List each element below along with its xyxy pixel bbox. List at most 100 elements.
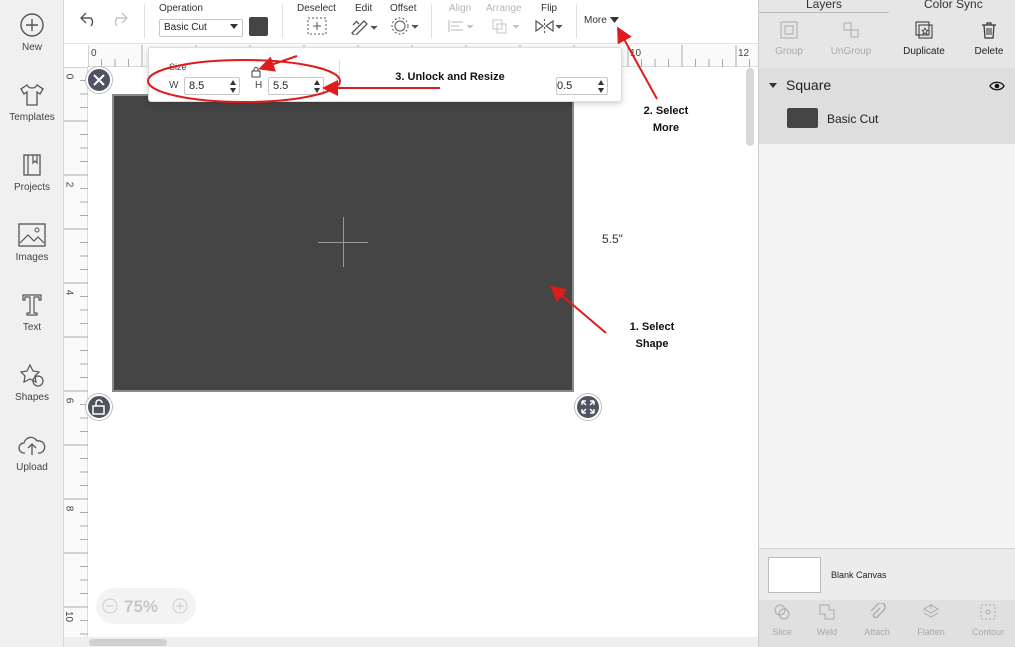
sidebar-item-label: Shapes [15,392,49,403]
flatten-button[interactable]: Flatten [908,603,954,637]
operation-value: Basic Cut [164,22,207,33]
operation-color-swatch[interactable] [249,17,268,36]
lock-handle[interactable] [86,394,112,420]
layer-group: Square Basic Cut [759,68,1015,144]
width-value: 8.5 [189,80,205,92]
shapes-icon [0,362,64,388]
weld-label: Weld [816,627,838,637]
arrange-button[interactable] [491,18,521,39]
horizontal-scrollbar[interactable] [89,639,167,646]
tab-layers[interactable]: Layers [806,0,842,11]
more-label: More [584,15,607,26]
group-label: Group [775,46,803,57]
duplicate-button[interactable]: Duplicate [894,20,954,57]
weld-button[interactable]: Weld [804,603,850,637]
operation-select[interactable]: Basic Cut [159,19,243,37]
unlock-icon [92,399,105,415]
chevron-down-icon [609,17,619,24]
flip-button[interactable] [534,18,564,39]
trash-icon [982,22,996,39]
height-input[interactable]: 5.5 [268,77,324,95]
layer-operation[interactable]: Basic Cut [827,112,878,126]
deselect-label: Deselect [297,3,336,14]
height-value: 5.5 [273,80,289,92]
sidebar-item-new[interactable]: New [0,12,64,72]
ungroup-label: UnGroup [830,46,872,57]
redo-icon[interactable] [108,10,130,33]
width-label: W [169,80,179,91]
right-panel: Layers Color Sync Group UnGroup Duplicat… [758,0,1015,647]
duplicate-label: Duplicate [903,46,945,57]
left-ruler: 0 2 4 6 8 10 [63,67,88,637]
slice-label: Slice [772,627,792,637]
blank-canvas-label: Blank Canvas [831,570,887,580]
contour-label: Contour [971,627,1005,637]
offset-label: Offset [390,3,417,14]
align-label: Align [449,3,472,14]
panel-tabs: Layers Color Sync [759,0,1015,14]
edit-label: Edit [355,3,373,14]
sidebar-item-label: Images [15,252,49,263]
tab-color-sync[interactable]: Color Sync [924,0,983,11]
expand-icon [581,400,595,414]
vertical-scrollbar[interactable] [746,68,754,146]
undo-icon[interactable] [78,10,100,33]
blank-canvas-row[interactable]: Blank Canvas [759,548,1015,600]
group-button[interactable]: Group [759,20,819,57]
zoom-control: 75% [96,588,196,624]
chevron-down-icon[interactable] [769,83,777,88]
width-input[interactable]: 8.5 [184,77,240,95]
lock-icon[interactable] [250,66,262,78]
edit-button[interactable] [350,17,378,40]
sidebar-item-label: Upload [16,462,48,473]
sidebar-item-projects[interactable]: Projects [0,152,64,212]
close-icon [93,74,105,86]
contour-icon [980,604,996,620]
size-title: Size [169,62,187,72]
zoom-in-icon[interactable] [172,598,188,614]
sidebar-item-shapes[interactable]: Shapes [0,362,64,422]
sidebar-item-upload[interactable]: Upload [0,432,64,492]
layers-empty-area [759,144,1015,548]
step1-annotation: 1. Select Shape [629,321,675,350]
attach-button[interactable]: Attach [854,603,900,637]
layer-color-swatch[interactable] [787,108,818,128]
eye-icon[interactable] [989,80,1005,92]
deselect-button[interactable] [307,17,327,40]
design-space-app: New Templates Projects Images Text Shape… [0,0,1015,647]
flatten-label: Flatten [917,627,945,637]
sidebar-item-templates[interactable]: Templates [0,82,64,142]
position-input[interactable]: 0.5 [556,77,608,95]
sidebar-item-text[interactable]: Text [0,292,64,352]
flatten-icon [922,604,940,618]
image-icon [0,222,64,248]
position-value: 0.5 [557,80,573,92]
offset-button[interactable] [391,17,419,40]
ungroup-button[interactable]: UnGroup [821,20,881,57]
delete-label: Delete [974,46,1004,57]
ungroup-icon [843,22,859,38]
more-button[interactable]: More [584,15,619,26]
sidebar-item-label: Text [22,322,42,333]
delete-button[interactable]: Delete [959,20,1015,57]
sidebar-item-label: New [21,42,42,53]
flip-label: Flip [541,3,558,14]
weld-icon [819,604,835,620]
sidebar-item-label: Templates [9,112,55,123]
arrange-label: Arrange [486,3,522,14]
align-button[interactable] [447,18,475,39]
sidebar-item-images[interactable]: Images [0,222,64,282]
delete-handle[interactable] [86,67,112,93]
contour-button[interactable]: Contour [965,603,1011,637]
operation-label: Operation [159,3,203,14]
zoom-out-icon[interactable] [102,598,118,614]
blank-canvas-swatch[interactable] [768,557,821,593]
plus-circle-icon [0,12,64,38]
sidebar-item-label: Projects [13,182,51,193]
resize-handle[interactable] [575,394,601,420]
ruler-ticks [64,67,88,635]
group-icon [780,21,798,39]
layer-name[interactable]: Square [786,77,831,93]
slice-button[interactable]: Slice [759,603,805,637]
chevron-down-icon [230,24,238,29]
